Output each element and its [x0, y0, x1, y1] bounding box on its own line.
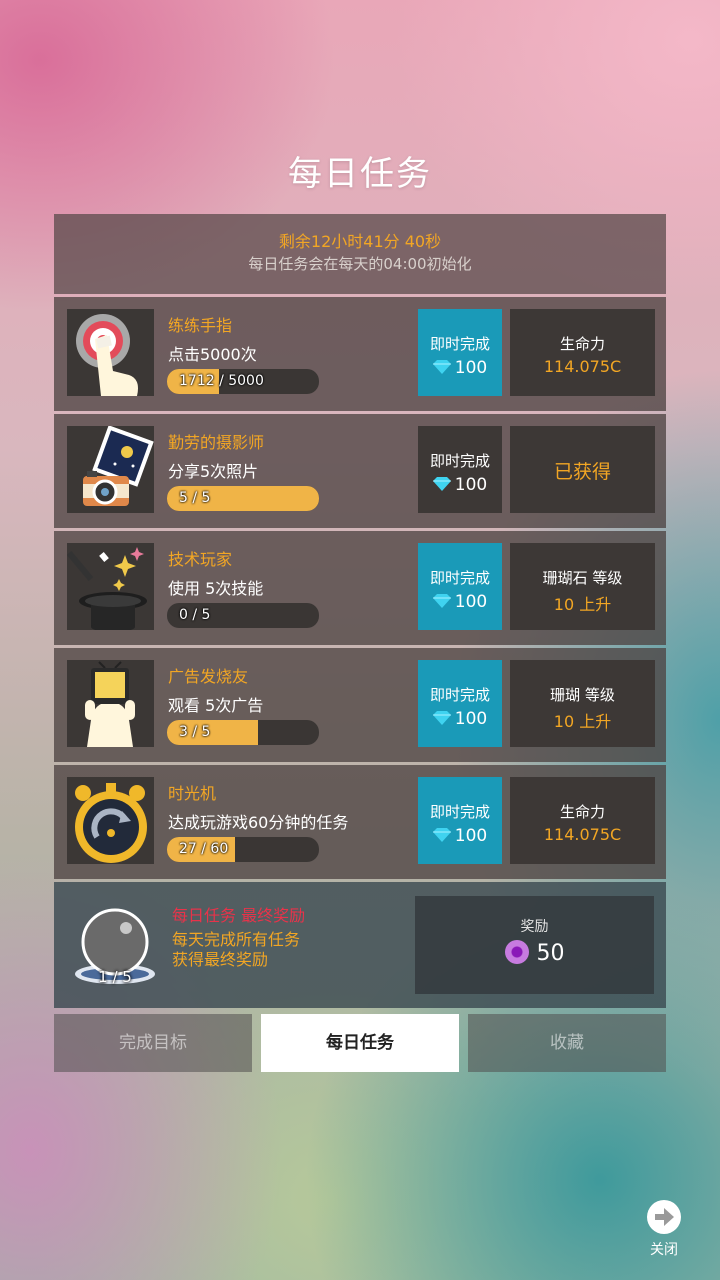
- final-progress-text: 1 / 5: [98, 968, 132, 986]
- instant-complete-label: 即时完成: [429, 686, 490, 704]
- task-progress-bar: 27 / 60: [167, 837, 319, 862]
- progress-text: 0 / 5: [179, 607, 211, 623]
- task-row: 勤劳的摄影师 分享5次照片 5 / 5 即时完成 100 已获得: [54, 414, 666, 528]
- final-reward-row: 1 / 5 每日任务 最终奖励 每天完成所有任务 获得最终奖励 奖励 50: [54, 882, 666, 1008]
- close-label: 关闭: [650, 1242, 678, 1258]
- task-progress-bar: 1712 / 5000: [167, 369, 319, 394]
- final-reward-box: 奖励 50: [415, 896, 654, 994]
- final-reward-description: 每天完成所有任务 获得最终奖励: [172, 930, 300, 970]
- instant-cost-value: 100: [454, 358, 488, 378]
- task-title: 练练手指: [168, 316, 233, 335]
- arrow-right-icon: [647, 1200, 681, 1234]
- instant-complete-button[interactable]: 即时完成 100: [418, 426, 502, 513]
- task-reward: 生命力 114.075C: [510, 777, 655, 864]
- tv-icon: [67, 660, 154, 747]
- task-title: 技术玩家: [168, 550, 233, 569]
- final-reward-value: 50: [536, 941, 565, 966]
- instant-cost-value: 100: [454, 592, 488, 612]
- task-description: 使用 5次技能: [168, 579, 264, 598]
- time-remaining: 剩余12小时41分 40秒: [278, 232, 442, 251]
- task-progress-bar: 0 / 5: [167, 603, 319, 628]
- close-button[interactable]: 关闭: [644, 1200, 684, 1259]
- instant-complete-button[interactable]: 即时完成 100: [418, 309, 502, 396]
- gem-icon: [432, 711, 451, 725]
- final-desc-line: 每天完成所有任务: [172, 930, 301, 949]
- instant-complete-button[interactable]: 即时完成 100: [418, 660, 502, 747]
- task-progress-bar: 5 / 5: [167, 486, 319, 511]
- task-description: 点击5000次: [168, 345, 257, 364]
- instant-complete-label: 即时完成: [429, 569, 490, 587]
- task-row: 时光机 达成玩游戏60分钟的任务 27 / 60 即时完成 100 生命力 11…: [54, 765, 666, 879]
- instant-complete-label: 即时完成: [429, 335, 490, 353]
- page-title: 每日任务: [288, 154, 432, 194]
- task-title: 广告发烧友: [168, 667, 249, 686]
- reward-value: 10 上升: [553, 712, 612, 731]
- task-reward: 已获得: [510, 426, 655, 513]
- progress-text: 27 / 60: [179, 841, 229, 857]
- tab-collection[interactable]: 收藏: [468, 1014, 666, 1072]
- task-description: 达成玩游戏60分钟的任务: [168, 813, 349, 832]
- instant-cost: 100: [418, 709, 502, 729]
- tab-daily-tasks[interactable]: 每日任务: [261, 1014, 459, 1072]
- gem-icon: [432, 828, 451, 842]
- instant-cost-value: 100: [454, 475, 488, 495]
- progress-text: 1712 / 5000: [179, 373, 264, 389]
- final-desc-line: 获得最终奖励: [172, 950, 269, 969]
- instant-complete-button[interactable]: 即时完成 100: [418, 777, 502, 864]
- task-row: 广告发烧友 观看 5次广告 3 / 5 即时完成 100 珊瑚 等级 10 上升: [54, 648, 666, 762]
- reward-name: 生命力: [559, 803, 605, 821]
- gem-icon: [432, 360, 451, 374]
- reward-value: 10 上升: [553, 595, 612, 614]
- task-reward: 珊瑚石 等级 10 上升: [510, 543, 655, 630]
- task-title: 勤劳的摄影师: [168, 433, 265, 452]
- task-row: 技术玩家 使用 5次技能 0 / 5 即时完成 100 珊瑚石 等级 10 上升: [54, 531, 666, 645]
- tab-achievements[interactable]: 完成目标: [54, 1014, 252, 1072]
- task-progress-bar: 3 / 5: [167, 720, 319, 745]
- task-reward: 珊瑚 等级 10 上升: [510, 660, 655, 747]
- final-reward-amount: 50: [415, 940, 654, 966]
- instant-complete-button[interactable]: 即时完成 100: [418, 543, 502, 630]
- instant-complete-label: 即时完成: [429, 803, 490, 821]
- daily-task-panel: 剩余12小时41分 40秒 每日任务会在每天的04:00初始化 练练手指 点击5…: [54, 214, 666, 1008]
- task-description: 观看 5次广告: [168, 696, 264, 715]
- task-reward: 生命力 114.075C: [510, 309, 655, 396]
- reward-name: 生命力: [559, 335, 605, 353]
- purple-orb-icon: [504, 940, 529, 964]
- instant-cost-value: 100: [454, 709, 488, 729]
- final-reward-label: 奖励: [520, 919, 549, 935]
- gem-icon: [432, 477, 451, 491]
- task-row: 练练手指 点击5000次 1712 / 5000 即时完成 100 生命力 11…: [54, 297, 666, 411]
- reward-value: 114.075C: [543, 357, 622, 376]
- camera-photo-icon: [67, 426, 154, 513]
- instant-cost: 100: [418, 475, 502, 495]
- bottom-tabs: 完成目标 每日任务 收藏: [54, 1014, 666, 1072]
- finger-target-icon: [67, 309, 154, 396]
- instant-complete-label: 即时完成: [429, 452, 490, 470]
- stopwatch-icon: [67, 777, 154, 864]
- instant-cost: 100: [418, 826, 502, 846]
- instant-cost: 100: [418, 592, 502, 612]
- task-title: 时光机: [168, 784, 217, 803]
- reward-value: 114.075C: [543, 825, 622, 844]
- reward-name: 珊瑚石 等级: [542, 569, 623, 587]
- timer-box: 剩余12小时41分 40秒 每日任务会在每天的04:00初始化: [54, 214, 666, 294]
- magic-hat-icon: [67, 543, 154, 630]
- task-description: 分享5次照片: [168, 462, 259, 481]
- progress-text: 5 / 5: [179, 490, 211, 506]
- instant-cost-value: 100: [454, 826, 488, 846]
- reward-obtained-status: 已获得: [553, 461, 611, 483]
- progress-text: 3 / 5: [179, 724, 211, 740]
- gem-icon: [432, 594, 451, 608]
- final-reward-title: 每日任务 最终奖励: [172, 906, 306, 925]
- reset-note: 每日任务会在每天的04:00初始化: [248, 255, 472, 273]
- instant-cost: 100: [418, 358, 502, 378]
- reward-name: 珊瑚 等级: [550, 686, 615, 704]
